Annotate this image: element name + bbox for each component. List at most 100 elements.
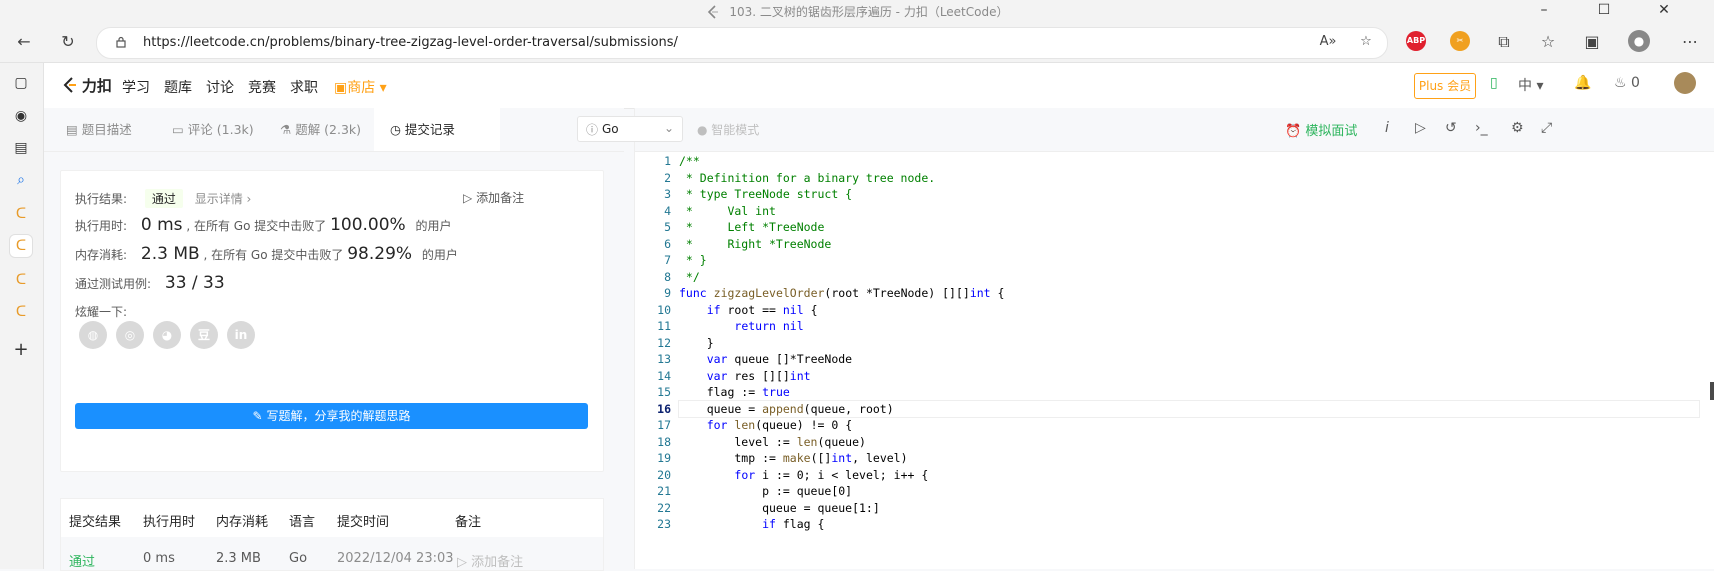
nav-item-learn[interactable]: 学习 [122, 77, 150, 97]
nav-item-jobs[interactable]: 求职 [290, 77, 318, 97]
close-icon[interactable]: ✕ [1654, 2, 1674, 20]
douban-icon[interactable]: 豆 [190, 321, 218, 349]
streak-icon[interactable]: ♨ 0 [1614, 75, 1640, 91]
code-line[interactable]: return nil [679, 318, 1699, 335]
code-line[interactable]: queue = queue[1:] [679, 500, 1699, 517]
info-icon[interactable]: i [1385, 120, 1389, 136]
bell-icon[interactable]: 🔔 [1574, 75, 1591, 91]
code-line[interactable]: for i := 0; i < level; i++ { [679, 467, 1699, 484]
app-icon[interactable]: ▤ [10, 137, 32, 159]
code-line[interactable]: queue = append(queue, root) [678, 399, 1700, 418]
table-cell-status[interactable]: 通过 [69, 551, 95, 570]
code-line[interactable]: */ [679, 269, 1699, 286]
favorites-icon[interactable]: ☆ [1536, 30, 1560, 54]
code-area[interactable]: /** * Definition for a binary tree node.… [678, 153, 1700, 533]
weibo-icon[interactable]: ◎ [116, 321, 144, 349]
language-switch[interactable]: 中 ▾ [1518, 75, 1543, 95]
code-line[interactable]: level := len(queue) [679, 434, 1699, 451]
phone-icon[interactable]: ▯ [1490, 75, 1498, 91]
code-line[interactable]: /** [679, 153, 1699, 170]
leetcode-icon[interactable]: ᑕ [10, 203, 32, 225]
line-number: 3 [664, 187, 671, 201]
tabs-icon[interactable]: ▢ [10, 72, 32, 94]
code-line[interactable]: flag := true [679, 384, 1699, 401]
avatar[interactable] [1674, 72, 1696, 94]
code-line[interactable]: var queue []*TreeNode [679, 351, 1699, 368]
write-solution-button[interactable]: ✎ 写题解，分享我的解题思路 [75, 403, 588, 429]
minimize-icon[interactable]: – [1534, 2, 1554, 20]
read-aloud-icon[interactable]: A» [1319, 34, 1337, 52]
search-icon[interactable]: ⌕ [10, 169, 32, 191]
nav-item-contest[interactable]: 竞赛 [248, 77, 276, 97]
back-icon[interactable]: ← [12, 30, 36, 54]
code-line[interactable]: p := queue[0] [679, 483, 1699, 500]
reset-icon[interactable]: ↺ [1445, 120, 1457, 136]
share-label: 炫耀一下: [75, 305, 128, 319]
abp-extension-icon[interactable]: ABP [1406, 31, 1426, 51]
maximize-icon[interactable]: ☐ [1594, 2, 1614, 20]
nav-item-discuss[interactable]: 讨论 [206, 77, 234, 97]
line-number: 4 [664, 203, 671, 218]
nav-item-problems[interactable]: 题库 [164, 77, 192, 97]
scrollbar-marker[interactable] [1710, 382, 1714, 400]
leetcode-icon[interactable]: ᑕ [10, 235, 32, 257]
store-icon: ▣ [334, 80, 348, 96]
code-line[interactable]: for len(queue) != 0 { [679, 417, 1699, 434]
qq-icon[interactable]: ◕ [153, 321, 181, 349]
result-card: 执行结果: 通过 显示详情 › ▷ 添加备注 执行用时: 0 ms , 在所有 … [60, 170, 604, 472]
leetcode-icon[interactable]: ᑕ [10, 301, 32, 323]
smart-mode-toggle[interactable]: ● 智能模式 [697, 121, 759, 138]
add-note-button[interactable]: ▷ 添加备注 [463, 189, 524, 206]
show-details-link[interactable]: 显示详情 › [195, 192, 252, 206]
add-favorite-icon[interactable]: ☆ [1357, 34, 1375, 52]
add-icon[interactable]: + [10, 339, 32, 361]
wechat-icon[interactable]: ◍ [79, 321, 107, 349]
add-note-cell[interactable]: ▷ 添加备注 [457, 551, 523, 570]
window-title-area: 103. 二叉树的锯齿形层序遍历 - 力扣（LeetCode） [0, 3, 1714, 20]
site-logo-text[interactable]: 力扣 [82, 77, 112, 95]
lock-icon[interactable] [115, 36, 127, 48]
code-line[interactable]: func zigzagLevelOrder(root *TreeNode) []… [679, 285, 1699, 302]
code-line[interactable]: * Left *TreeNode [679, 219, 1699, 236]
fullscreen-icon[interactable]: ⤢ [1541, 120, 1552, 136]
profile-icon[interactable]: ● [1628, 30, 1650, 52]
submission-panel: ▤ 题目描述 ▭ 评论 (1.3k) ⚗ 题解 (2.3k) ◷ 提交记录 执行… [44, 108, 624, 571]
github-icon[interactable]: ◉ [10, 105, 32, 127]
more-icon[interactable]: ⋯ [1678, 30, 1702, 54]
code-line[interactable]: * Right *TreeNode [679, 236, 1699, 253]
line-number: 22 [657, 500, 671, 515]
tab-submissions[interactable]: ◷ 提交记录 [374, 108, 500, 151]
puzzle-icon[interactable]: ⧉ [1492, 30, 1516, 54]
refresh-icon[interactable]: ↻ [56, 30, 80, 54]
tab-comments[interactable]: ▭ 评论 (1.3k) [172, 108, 272, 151]
collections-icon[interactable]: ▣ [1580, 30, 1604, 54]
settings-icon[interactable]: ⚙ [1511, 120, 1524, 136]
code-line[interactable]: tmp := make([]int, level) [679, 450, 1699, 467]
plus-member-button[interactable]: Plus 会员 [1414, 73, 1476, 99]
code-line[interactable]: * } [679, 252, 1699, 269]
nav-item-store[interactable]: ▣商店 ▾ [334, 77, 387, 97]
url-text[interactable]: https://leetcode.cn/problems/binary-tree… [143, 35, 678, 50]
run-icon[interactable]: ▷ [1415, 120, 1426, 136]
leetcode-icon[interactable]: ᑕ [10, 269, 32, 291]
code-line[interactable]: } [679, 335, 1699, 352]
code-line[interactable]: if flag { [679, 516, 1699, 533]
site-logo[interactable]: 力扣 [62, 75, 112, 96]
pencil-icon: ✎ [252, 409, 263, 423]
code-line[interactable]: var res [][]int [679, 368, 1699, 385]
line-number: 19 [657, 451, 671, 465]
terminal-icon[interactable]: ›_ [1475, 120, 1488, 136]
tab-description[interactable]: ▤ 题目描述 [66, 108, 166, 151]
problem-tabs: ▤ 题目描述 ▭ 评论 (1.3k) ⚗ 题解 (2.3k) ◷ 提交记录 [44, 108, 624, 152]
extension-icon[interactable]: ✂ [1450, 31, 1470, 51]
code-line[interactable]: * Definition for a binary tree node. [679, 170, 1699, 187]
code-line[interactable]: * Val int [679, 203, 1699, 220]
code-line[interactable]: * type TreeNode struct { [679, 186, 1699, 203]
mock-interview-button[interactable]: ⏰ 模拟面试 [1285, 120, 1357, 139]
language-select[interactable]: ⓘ Go ⌄ [577, 116, 683, 142]
tab-solutions[interactable]: ⚗ 题解 (2.3k) [280, 108, 380, 151]
code-line[interactable]: if root == nil { [679, 302, 1699, 319]
exec-result-row: 执行结果: 通过 显示详情 › [75, 189, 251, 208]
linkedin-icon[interactable]: in [227, 321, 255, 349]
address-bar[interactable]: https://leetcode.cn/problems/binary-tree… [96, 27, 1388, 59]
